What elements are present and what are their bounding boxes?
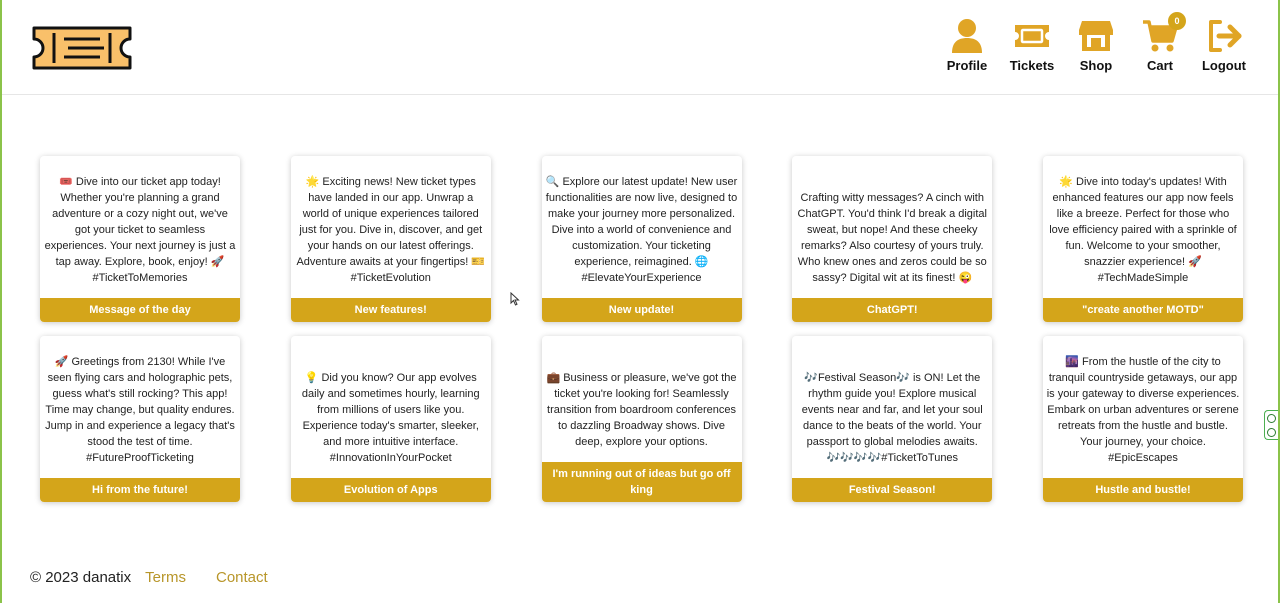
motd-card[interactable]: 🌟 Exciting news! New ticket types have l… <box>290 156 491 322</box>
card-message: 🎟️ Dive into our ticket app today! Wheth… <box>44 176 236 284</box>
motd-card[interactable]: 🎶Festival Season🎶 is ON! Let the rhythm … <box>792 336 993 502</box>
contact-link[interactable]: Contact <box>216 569 268 586</box>
nav-label: Shop <box>1079 58 1113 73</box>
card-message: 🔍 Explore our latest update! New user fu… <box>545 176 738 284</box>
card-title: "create another MOTD" <box>1043 298 1243 322</box>
card-title: Evolution of Apps <box>290 478 491 502</box>
store-icon <box>1078 18 1114 54</box>
top-navbar: Profile Tickets Shop 0 Cart Logout <box>2 0 1278 95</box>
nav-logout[interactable]: Logout <box>1192 18 1256 73</box>
logout-icon <box>1206 18 1242 54</box>
motd-card[interactable]: 💼 Business or pleasure, we've got the ti… <box>541 336 742 502</box>
card-message: 🌟 Exciting news! New ticket types have l… <box>296 176 486 284</box>
motd-card-grid: 🎟️ Dive into our ticket app today! Wheth… <box>40 156 1244 502</box>
ticket-logo-icon[interactable] <box>30 25 134 71</box>
card-title: Message of the day <box>40 298 240 322</box>
card-title: Festival Season! <box>792 478 993 502</box>
card-title: New update! <box>541 298 742 322</box>
card-message: 🌆 From the hustle of the city to tranqui… <box>1046 356 1240 464</box>
card-message: 🌟 Dive into today's updates! With enhanc… <box>1049 176 1237 284</box>
widget-close-icon[interactable] <box>1267 413 1276 423</box>
motd-card[interactable]: 💡 Did you know? Our app evolves daily an… <box>290 336 491 502</box>
nav-tickets[interactable]: Tickets <box>1000 18 1064 73</box>
mouse-cursor-icon <box>510 291 520 311</box>
motd-card[interactable]: 🎟️ Dive into our ticket app today! Wheth… <box>40 156 240 322</box>
motd-card[interactable]: 🚀 Greetings from 2130! While I've seen f… <box>40 336 240 502</box>
footer: © 2023 danatix Terms Contact <box>30 569 268 586</box>
card-message: 🎶Festival Season🎶 is ON! Let the rhythm … <box>801 372 983 464</box>
nav-cart[interactable]: 0 Cart <box>1128 12 1192 73</box>
side-widget-icon[interactable] <box>1264 410 1278 440</box>
card-message: Crafting witty messages? A cinch with Ch… <box>797 192 988 284</box>
motd-card[interactable]: 🌆 From the hustle of the city to tranqui… <box>1043 336 1243 502</box>
terms-link[interactable]: Terms <box>145 569 186 586</box>
widget-open-icon[interactable] <box>1267 427 1276 437</box>
ticket-icon <box>1013 18 1051 54</box>
nav-label: Tickets <box>1009 58 1055 73</box>
motd-card[interactable]: Crafting witty messages? A cinch with Ch… <box>792 156 993 322</box>
cart-count-badge: 0 <box>1168 12 1186 30</box>
card-title: ChatGPT! <box>792 298 993 322</box>
nav-label: Logout <box>1201 58 1247 73</box>
nav-label: Profile <box>946 58 988 73</box>
card-title: Hi from the future! <box>40 478 240 502</box>
nav-profile[interactable]: Profile <box>934 18 1000 73</box>
copyright-text: © 2023 danatix <box>30 569 132 586</box>
nav-shop[interactable]: Shop <box>1064 18 1128 73</box>
card-message: 💡 Did you know? Our app evolves daily an… <box>301 372 480 464</box>
card-message: 💼 Business or pleasure, we've got the ti… <box>546 372 737 448</box>
card-title: New features! <box>290 298 491 322</box>
main-nav: Profile Tickets Shop 0 Cart Logout <box>934 12 1256 73</box>
user-icon <box>950 18 984 54</box>
motd-card[interactable]: 🔍 Explore our latest update! New user fu… <box>541 156 742 322</box>
motd-card[interactable]: 🌟 Dive into today's updates! With enhanc… <box>1043 156 1243 322</box>
card-title: I'm running out of ideas but go off king <box>541 462 742 502</box>
nav-label: Cart <box>1146 58 1173 73</box>
card-message: 🚀 Greetings from 2130! While I've seen f… <box>45 356 235 464</box>
card-title: Hustle and bustle! <box>1043 478 1243 502</box>
